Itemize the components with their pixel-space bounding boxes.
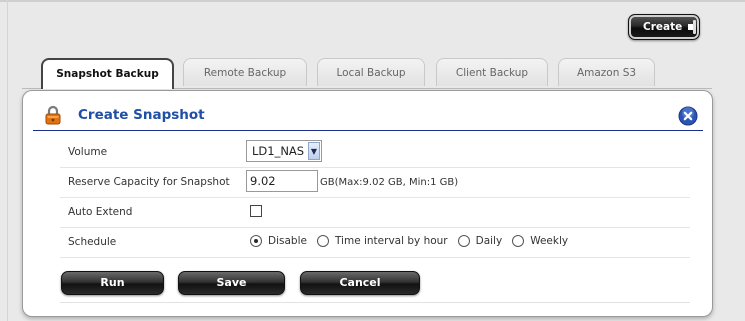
- reserve-capacity-label: Reserve Capacity for Snapshot: [68, 176, 230, 188]
- run-button[interactable]: Run: [61, 271, 164, 295]
- reserve-capacity-hint: GB(Max:9.02 GB, Min:1 GB): [320, 177, 459, 188]
- volume-select[interactable]: LD1_NAS ▼: [246, 140, 322, 162]
- volume-value: LD1_NAS: [252, 144, 305, 158]
- close-icon[interactable]: [678, 106, 698, 126]
- reserve-capacity-input[interactable]: [246, 170, 318, 192]
- button-end-cap: [693, 20, 696, 34]
- cancel-button[interactable]: Cancel: [300, 271, 420, 295]
- tab-local-backup[interactable]: Local Backup: [317, 58, 425, 86]
- auto-extend-row: Auto Extend: [60, 198, 690, 228]
- schedule-row: Schedule Disable Time interval by hour D…: [60, 228, 690, 258]
- schedule-option-label: Time interval by hour: [334, 235, 448, 247]
- create-button-label: Create: [643, 21, 683, 33]
- schedule-radio-weekly[interactable]: Weekly: [512, 235, 568, 247]
- schedule-option-label: Disable: [268, 235, 307, 247]
- volume-label: Volume: [68, 146, 108, 158]
- radio-dot: [316, 235, 329, 247]
- radio-dot: [512, 235, 525, 247]
- save-button[interactable]: Save: [178, 271, 285, 295]
- schedule-radio-daily[interactable]: Daily: [457, 235, 503, 247]
- tab-client-backup[interactable]: Client Backup: [436, 58, 548, 86]
- schedule-option-label: Daily: [475, 235, 503, 247]
- snapshot-form: Volume LD1_NAS ▼ Reserve Capacity for Sn…: [60, 138, 690, 258]
- schedule-radio-group: Disable Time interval by hour Daily Week…: [250, 235, 578, 247]
- panel-header: Create Snapshot: [33, 101, 703, 131]
- reserve-capacity-row: Reserve Capacity for Snapshot GB(Max:9.0…: [60, 168, 690, 198]
- button-row-divider: [60, 302, 690, 303]
- schedule-option-label: Weekly: [530, 235, 569, 247]
- left-frame-line: [7, 0, 8, 321]
- create-snapshot-panel: Create Snapshot Volume LD1_NAS ▼ Reserve…: [22, 90, 713, 317]
- top-frame-line: [0, 0, 745, 2]
- radio-dot: [457, 235, 470, 247]
- schedule-radio-hourly[interactable]: Time interval by hour: [316, 235, 448, 247]
- tab-amazon-s3[interactable]: Amazon S3: [558, 58, 655, 86]
- auto-extend-checkbox[interactable]: [250, 205, 262, 217]
- chevron-down-icon: ▼: [308, 142, 320, 160]
- radio-dot: [250, 235, 262, 247]
- panel-title: Create Snapshot: [78, 107, 205, 123]
- volume-row: Volume LD1_NAS ▼: [60, 138, 690, 168]
- auto-extend-label: Auto Extend: [68, 206, 133, 218]
- schedule-label: Schedule: [68, 236, 117, 248]
- create-button[interactable]: Create: [628, 14, 700, 40]
- tab-remote-backup[interactable]: Remote Backup: [183, 58, 307, 86]
- lock-icon: [45, 105, 61, 125]
- tab-snapshot-backup[interactable]: Snapshot Backup: [41, 58, 174, 89]
- schedule-radio-disable[interactable]: Disable: [250, 235, 307, 247]
